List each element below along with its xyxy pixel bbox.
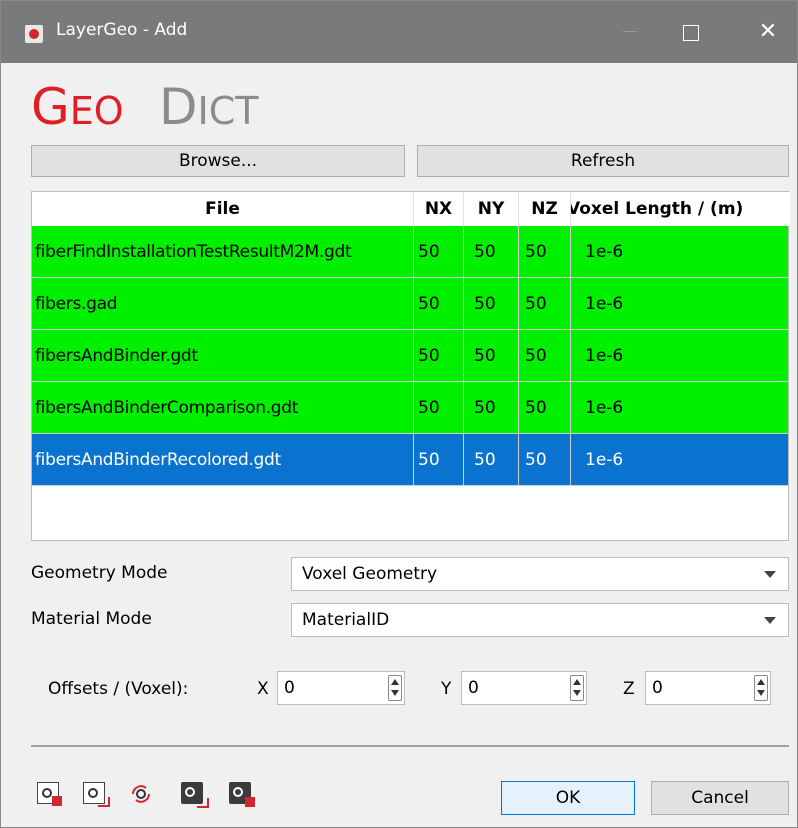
cell-ny: 50 — [464, 330, 519, 382]
material-mode-select[interactable]: MaterialID — [291, 603, 789, 637]
browse-button[interactable]: Browse... — [31, 145, 405, 177]
cell-ny: 50 — [464, 382, 519, 434]
cell-voxel-length: 1e-6 — [585, 398, 624, 418]
delete-geometry-icon[interactable] — [229, 782, 255, 807]
column-header-file[interactable]: File — [32, 192, 414, 226]
offset-y-spinbox[interactable]: 0 — [461, 671, 587, 705]
cell-nx: 50 — [414, 278, 464, 330]
cell-nz: 50 — [519, 278, 571, 330]
offset-z-spinbox[interactable]: 0 — [645, 671, 771, 705]
offset-y-label: Y — [441, 679, 452, 699]
table-row[interactable]: fibersAndBinder.gdt 50 50 50 1e-6 — [32, 330, 788, 382]
table-row[interactable]: fibersAndBinderComparison.gdt 50 50 50 1… — [32, 382, 788, 434]
ok-button[interactable]: OK — [501, 781, 635, 815]
cell-file: fibersAndBinderComparison.gdt — [32, 382, 414, 434]
cell-nx: 50 — [414, 434, 464, 486]
offsets-label: Offsets / (Voxel): — [48, 679, 189, 699]
material-mode-label: Material Mode — [31, 609, 152, 629]
column-header-ny[interactable]: NY — [464, 192, 519, 226]
cell-nx: 50 — [414, 226, 464, 278]
table-row[interactable]: fibers.gad 50 50 50 1e-6 — [32, 278, 788, 330]
refresh-button[interactable]: Refresh — [417, 145, 789, 177]
table-header: File NX NY NZ Voxel Length / (m) — [32, 192, 790, 227]
cell-ny: 50 — [464, 278, 519, 330]
column-header-nx[interactable]: NX — [414, 192, 464, 226]
cell-nz: 50 — [519, 434, 571, 486]
chevron-down-icon — [764, 617, 776, 624]
geometry-mode-select[interactable]: Voxel Geometry — [291, 557, 789, 591]
app-icon — [25, 25, 43, 43]
cell-voxel-length: 1e-6 — [585, 346, 624, 366]
spin-arrows-icon[interactable] — [570, 675, 584, 701]
offset-x-spinbox[interactable]: 0 — [277, 671, 405, 705]
table-row[interactable]: fiberFindInstallationTestResultM2M.gdt 5… — [32, 226, 788, 278]
cell-voxel-length: 1e-6 — [585, 242, 624, 262]
footer-divider — [31, 745, 789, 747]
title-bar: LayerGeo - Add ✕ — [1, 1, 797, 63]
cell-nz: 50 — [519, 382, 571, 434]
dialog-window: LayerGeo - Add ✕ GEO DICT Browse... Refr… — [0, 0, 798, 828]
cell-ny: 50 — [464, 226, 519, 278]
minimize-button[interactable] — [601, 1, 661, 63]
cell-nx: 50 — [414, 382, 464, 434]
close-button[interactable]: ✕ — [739, 1, 797, 63]
maximize-button[interactable] — [661, 1, 721, 63]
spin-arrows-icon[interactable] — [388, 675, 402, 701]
cell-file: fibersAndBinder.gdt — [32, 330, 414, 382]
rotate-gear-icon[interactable] — [129, 782, 151, 804]
cell-nz: 50 — [519, 226, 571, 278]
export-document-icon[interactable] — [83, 782, 110, 807]
offset-x-label: X — [257, 679, 269, 699]
cell-file: fiberFindInstallationTestResultM2M.gdt — [32, 226, 414, 278]
chevron-down-icon — [764, 571, 776, 578]
spin-arrows-icon[interactable] — [754, 675, 768, 701]
file-table[interactable]: File NX NY NZ Voxel Length / (m) fiberFi… — [31, 191, 790, 541]
cell-ny: 50 — [464, 434, 519, 486]
window-title: LayerGeo - Add — [56, 20, 188, 40]
cell-voxel-length: 1e-6 — [585, 294, 624, 314]
column-header-voxel-length[interactable]: Voxel Length / (m) — [571, 192, 789, 226]
cell-file: fibers.gad — [32, 278, 414, 330]
cell-voxel-length: 1e-6 — [585, 450, 624, 470]
cell-nx: 50 — [414, 330, 464, 382]
table-row-selected[interactable]: fibersAndBinderRecolored.gdt 50 50 50 1e… — [32, 434, 788, 486]
add-document-icon[interactable] — [37, 782, 62, 806]
cell-nz: 50 — [519, 330, 571, 382]
cell-file: fibersAndBinderRecolored.gdt — [32, 434, 414, 486]
cancel-button[interactable]: Cancel — [651, 781, 789, 815]
offset-z-label: Z — [623, 679, 635, 699]
save-geometry-icon[interactable] — [181, 782, 209, 808]
geometry-mode-label: Geometry Mode — [31, 563, 168, 583]
column-header-nz[interactable]: NZ — [519, 192, 571, 226]
